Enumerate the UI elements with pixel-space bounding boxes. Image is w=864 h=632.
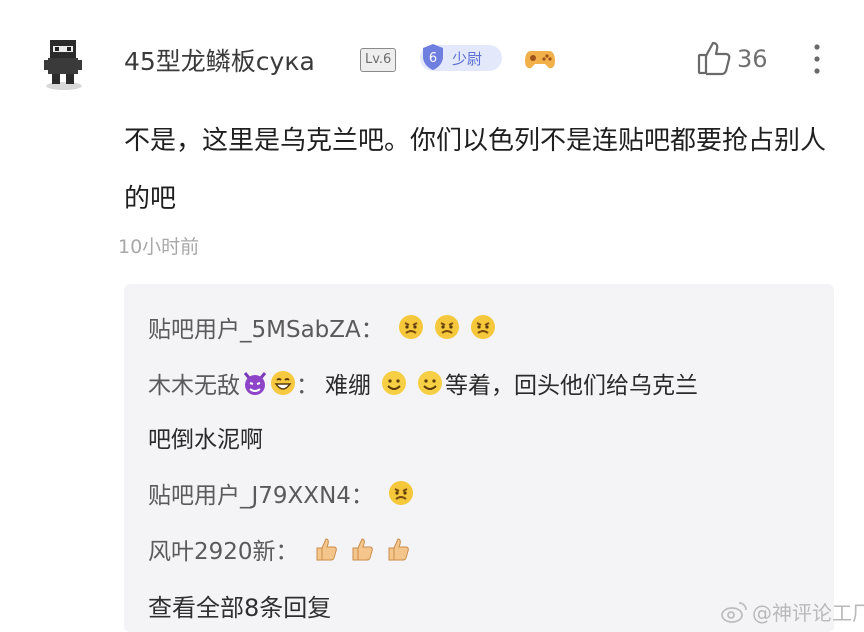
reply-separator: ： [296, 373, 319, 399]
devil-face-icon [242, 370, 268, 396]
watermark-text: @神评论工厂 [752, 601, 864, 625]
thumbs-up-icon[interactable] [697, 40, 731, 76]
level-badge: Lv.6 [360, 48, 397, 72]
smile-face-icon [417, 370, 443, 396]
reply-3[interactable]: 贴吧用户_J79XXN4： [148, 476, 414, 510]
rank-shield-icon: 6 [421, 43, 445, 71]
avatar[interactable] [38, 36, 90, 92]
thumbs-up-icon [385, 536, 411, 562]
gamepad-icon [524, 46, 556, 72]
reply-author[interactable]: 贴吧用户_J79XXN4： [148, 476, 374, 510]
watermark: @神评论工厂 [720, 597, 864, 626]
comment-time: 10小时前 [118, 236, 200, 258]
username[interactable]: 45型龙鳞板сука [124, 42, 315, 78]
like-count: 36 [737, 45, 768, 73]
reply-2-continued: 吧倒水泥啊 [148, 420, 263, 454]
angry-face-icon [398, 314, 424, 340]
thumbs-up-icon [313, 536, 339, 562]
reply-author[interactable]: 风叶2920新： [148, 532, 299, 566]
comment-text: 不是，这里是乌克兰吧。你们以色列不是连贴吧都要抢占别人的吧 [124, 126, 827, 214]
angry-face-icon [388, 480, 414, 506]
smile-face-icon [381, 370, 407, 396]
reply-4[interactable]: 风叶2920新： [148, 532, 411, 566]
more-options-icon[interactable] [812, 42, 822, 76]
reply-text: 等着，回头他们给乌克兰 [445, 373, 698, 399]
grin-face-icon [270, 370, 296, 396]
rank-title: 少尉 [452, 50, 483, 68]
weibo-icon [720, 600, 748, 624]
angry-face-icon [434, 314, 460, 340]
view-all-replies-link[interactable]: 查看全部8条回复 [148, 588, 331, 623]
angry-face-icon [470, 314, 496, 340]
reply-author[interactable]: 木木无敌 [148, 366, 240, 400]
thumbs-up-icon [349, 536, 375, 562]
reply-text: 难绷 [325, 373, 371, 399]
svg-text:6: 6 [429, 51, 437, 66]
reply-1[interactable]: 贴吧用户_5MSabZA： [148, 310, 496, 344]
reply-author[interactable]: 贴吧用户_5MSabZA： [148, 310, 384, 344]
reply-text: 吧倒水泥啊 [148, 427, 263, 453]
reply-2[interactable]: 木木无敌 ： 难绷 等着，回头他们给乌克兰 [148, 366, 698, 400]
